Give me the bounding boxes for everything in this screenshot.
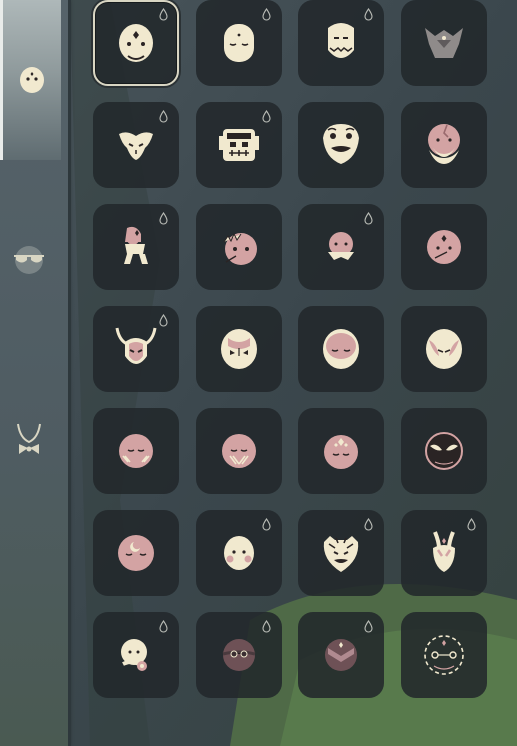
tab-masks[interactable] bbox=[0, 0, 61, 160]
dye-drop-icon bbox=[159, 8, 168, 21]
mask-slot[interactable] bbox=[401, 306, 487, 392]
tab-eyewear[interactable] bbox=[0, 180, 58, 340]
mask-slot[interactable] bbox=[196, 510, 282, 596]
dye-drop-icon bbox=[364, 212, 373, 225]
mask-slot[interactable] bbox=[401, 510, 487, 596]
mask-slot[interactable] bbox=[93, 0, 179, 86]
mask-slot[interactable] bbox=[401, 408, 487, 494]
mask-slot[interactable] bbox=[298, 408, 384, 494]
dye-drop-icon bbox=[467, 518, 476, 531]
gnome-figure-mask-icon bbox=[124, 226, 148, 264]
tab-neckwear[interactable] bbox=[0, 360, 58, 520]
lion-dance-mask-icon bbox=[323, 124, 359, 164]
rabbit-mask-icon bbox=[433, 531, 455, 572]
dye-drop-icon bbox=[262, 518, 271, 531]
dye-drop-icon bbox=[159, 212, 168, 225]
owl-cream-mask-icon bbox=[221, 329, 257, 369]
sunglasses-icon bbox=[14, 246, 44, 274]
horned-demon-mask-icon bbox=[425, 28, 463, 58]
bowtie-icon bbox=[17, 423, 41, 454]
tiger-mask-icon bbox=[323, 536, 359, 572]
antlered-helmet-mask-icon bbox=[115, 327, 157, 364]
mask-slot[interactable] bbox=[196, 102, 282, 188]
tribal-totem-mask-icon bbox=[219, 129, 259, 161]
dye-drop-icon bbox=[159, 620, 168, 633]
bearded-cracked-mask-icon bbox=[428, 124, 460, 164]
mask-slot[interactable] bbox=[401, 204, 487, 290]
dashed-outline-mask-icon bbox=[424, 635, 464, 675]
mask-slot[interactable] bbox=[93, 510, 179, 596]
mask-slot[interactable] bbox=[93, 306, 179, 392]
round-cream-mask-icon bbox=[119, 24, 153, 62]
sleepy-cream-mask-icon bbox=[224, 24, 254, 62]
dye-drop-icon bbox=[262, 8, 271, 21]
mask-slot[interactable] bbox=[298, 0, 384, 86]
dark-angry-mask-icon bbox=[425, 432, 463, 470]
mask-slot[interactable] bbox=[93, 204, 179, 290]
mask-slot[interactable] bbox=[298, 612, 384, 698]
mask-slot[interactable] bbox=[401, 612, 487, 698]
whiskered-pink-mask-icon bbox=[119, 434, 153, 468]
winged-bone-mask-icon bbox=[119, 132, 153, 160]
fox-cream-mask-icon bbox=[426, 329, 462, 369]
dye-drop-icon bbox=[159, 110, 168, 123]
dye-drop-icon bbox=[159, 314, 168, 327]
mask-slot[interactable] bbox=[93, 408, 179, 494]
hooded-pink-mask-icon bbox=[323, 329, 359, 369]
bandana-pink-mask-icon bbox=[328, 232, 354, 260]
flower-cream-mask-icon bbox=[121, 639, 147, 671]
blush-cream-mask-icon bbox=[224, 536, 254, 570]
mask-slot[interactable] bbox=[401, 0, 487, 86]
moon-pink-mask-icon bbox=[118, 535, 154, 571]
mask-slot[interactable] bbox=[298, 306, 384, 392]
category-sidebar bbox=[0, 0, 68, 746]
spiked-pink-mask-icon bbox=[223, 232, 257, 265]
mask-slot[interactable] bbox=[196, 0, 282, 86]
mask-slot[interactable] bbox=[196, 612, 282, 698]
forehead-gem-mask-icon bbox=[324, 435, 358, 469]
toothed-cream-mask-icon bbox=[328, 23, 354, 58]
goggle-dark-mask-icon bbox=[222, 639, 256, 671]
mask-slot[interactable] bbox=[93, 612, 179, 698]
dye-drop-icon bbox=[364, 518, 373, 531]
mask-slot[interactable] bbox=[298, 510, 384, 596]
shaded-dark-mask-icon bbox=[325, 639, 357, 671]
mask-icon bbox=[20, 67, 44, 93]
scarred-pink-mask-icon bbox=[427, 230, 461, 264]
mask-slot[interactable] bbox=[93, 102, 179, 188]
painted-pink-mask-icon bbox=[222, 434, 256, 468]
mask-slot[interactable] bbox=[196, 204, 282, 290]
dye-drop-icon bbox=[364, 8, 373, 21]
dye-drop-icon bbox=[262, 620, 271, 633]
dye-drop-icon bbox=[364, 620, 373, 633]
mask-slot[interactable] bbox=[196, 306, 282, 392]
mask-slot[interactable] bbox=[298, 102, 384, 188]
mask-slot[interactable] bbox=[196, 408, 282, 494]
mask-slot[interactable] bbox=[298, 204, 384, 290]
sidebar-divider bbox=[68, 0, 71, 746]
mask-slot[interactable] bbox=[401, 102, 487, 188]
dye-drop-icon bbox=[262, 110, 271, 123]
